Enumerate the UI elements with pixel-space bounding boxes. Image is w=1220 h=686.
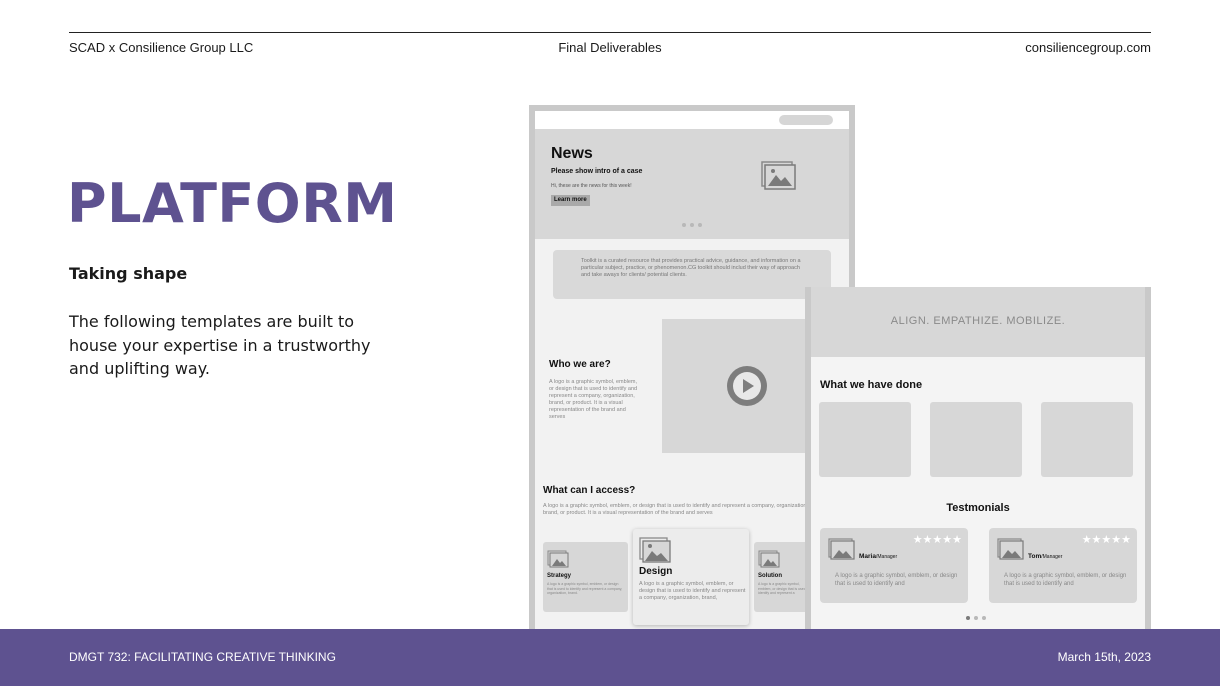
work-thumbnail: [819, 402, 911, 477]
video-placeholder: [662, 319, 812, 453]
who-we-are-heading: Who we are?: [549, 359, 611, 370]
play-icon: [727, 366, 767, 406]
star-rating-icon: ★★★★★: [912, 534, 962, 546]
testimonial-text: A logo is a graphic symbol, emblem, or d…: [835, 573, 958, 587]
page-body-text: The following templates are built to hou…: [69, 312, 371, 378]
strategy-card: Strategy A logo is a graphic symbol, emb…: [543, 542, 628, 612]
carousel-dot: [966, 616, 970, 620]
about-wireframe-canvas: ALIGN. EMPATHIZE. MOBILIZE. What we have…: [811, 287, 1145, 629]
news-subtitle: Please show intro of a case: [551, 168, 643, 175]
header-website: consiliencegroup.com: [1025, 40, 1151, 55]
avatar-image-icon: [828, 538, 855, 560]
testimonial-name: Tom/Manager: [1028, 553, 1063, 560]
access-text: A logo is a graphic symbol, emblem, or d…: [543, 503, 808, 516]
footer-course: DMGT 732: FACILITATING CREATIVE THINKING: [69, 650, 336, 664]
tagline: ALIGN. EMPATHIZE. MOBILIZE.: [890, 315, 1066, 327]
image-placeholder-icon: [758, 550, 780, 568]
tagline-hero: ALIGN. EMPATHIZE. MOBILIZE.: [811, 287, 1145, 357]
who-we-are-text: A logo is a graphic symbol, emblem, or d…: [549, 379, 638, 420]
testimonial-text: A logo is a graphic symbol, emblem, or d…: [1004, 573, 1127, 587]
header-rule: [69, 32, 1151, 33]
carousel-dot: [690, 223, 694, 227]
design-card-title: Design: [639, 566, 673, 577]
carousel-dot: [974, 616, 978, 620]
solution-card-title: Solution: [758, 573, 782, 579]
hero-carousel-dots: [682, 223, 702, 227]
image-placeholder-icon: [639, 537, 671, 563]
footer-date: March 15th, 2023: [1057, 650, 1151, 664]
toolkit-info-card: Toolkit is a curated resource that provi…: [553, 250, 831, 299]
wireframe-search-pill: [779, 115, 833, 125]
about-wireframe: ALIGN. EMPATHIZE. MOBILIZE. What we have…: [805, 287, 1151, 629]
solution-card-text: A logo is a graphic symbol, emblem, or d…: [758, 582, 810, 596]
carousel-dot: [698, 223, 702, 227]
carousel-dot: [982, 616, 986, 620]
learn-more-button: Learn more: [551, 195, 590, 206]
design-card-text: A logo is a graphic symbol, emblem, or d…: [639, 581, 746, 601]
testimonial-carousel-dots: [966, 616, 986, 620]
news-title: News: [551, 145, 593, 162]
image-placeholder-icon: [547, 550, 569, 568]
strategy-card-title: Strategy: [547, 573, 572, 579]
star-rating-icon: ★★★★★: [1081, 534, 1131, 546]
wireframe-top-bar: [535, 111, 849, 129]
testimonial-card: ★★★★★ Maria/Manager A logo is a graphic …: [820, 528, 968, 603]
avatar-image-icon: [997, 538, 1024, 560]
strategy-card-text: A logo is a graphic symbol, emblem, or d…: [547, 582, 623, 595]
footer-bar: DMGT 732: FACILITATING CREATIVE THINKING…: [0, 629, 1220, 686]
news-hero: News Please show intro of a case Hi, the…: [535, 129, 849, 239]
testimonials-heading: Testmonials: [946, 502, 1010, 514]
carousel-dot: [682, 223, 686, 227]
work-thumbnail: [1041, 402, 1133, 477]
news-small-text: Hi, these are the news for this week!: [551, 183, 632, 189]
work-thumbnail: [930, 402, 1022, 477]
page-subtitle: Taking shape: [69, 264, 188, 283]
what-we-have-done-heading: What we have done: [820, 379, 923, 391]
page-title: PLATFORM: [67, 172, 398, 235]
homepage-wireframe-canvas: News Please show intro of a case Hi, the…: [535, 111, 849, 629]
testimonial-name: Maria/Manager: [859, 553, 898, 560]
image-placeholder-icon: [761, 161, 796, 190]
design-card: Design A logo is a graphic symbol, emble…: [633, 529, 749, 625]
testimonial-card: ★★★★★ Tom/Manager A logo is a graphic sy…: [989, 528, 1137, 603]
access-heading: What can I access?: [543, 485, 636, 496]
